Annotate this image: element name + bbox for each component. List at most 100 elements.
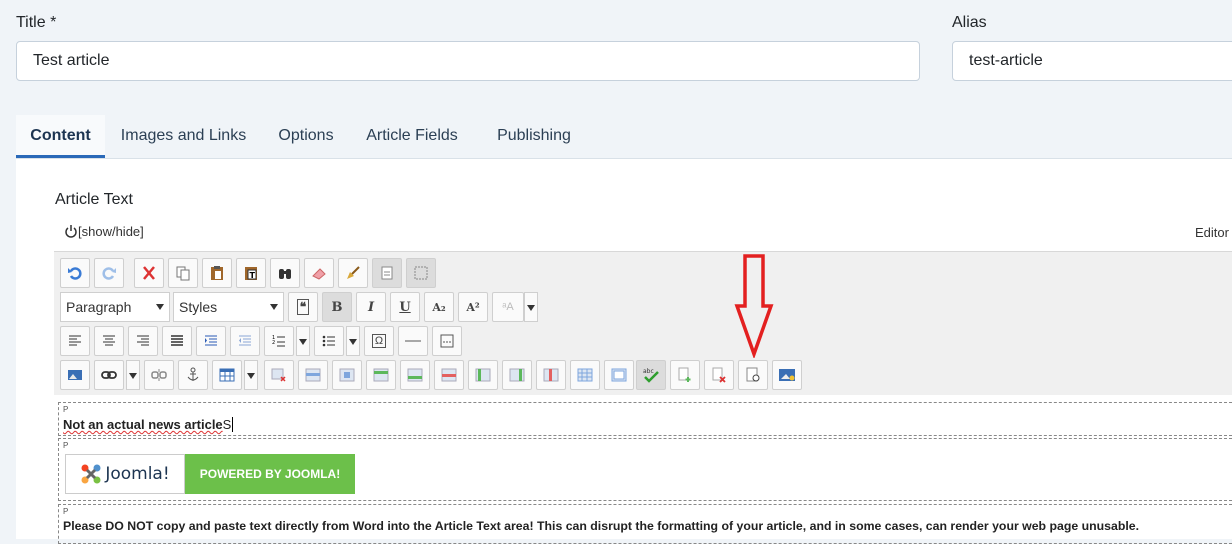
title-label: Title *	[16, 14, 57, 31]
horizontal-rule-button[interactable]	[398, 326, 428, 356]
delete-col-button[interactable]	[536, 360, 566, 390]
svg-text:abc: abc	[643, 368, 654, 375]
paste-text-icon: T	[245, 267, 257, 280]
row-before-icon	[373, 368, 389, 382]
numbered-list-icon: 12	[272, 335, 285, 347]
row-props-icon	[305, 368, 321, 382]
table-dropdown[interactable]	[244, 360, 258, 390]
subscript-button[interactable]: A₂	[424, 292, 454, 322]
split-cells-button[interactable]	[570, 360, 600, 390]
alias-input[interactable]: test-article	[952, 41, 1232, 81]
powered-by-joomla-badge: POWERED BY JOOMLA!	[185, 454, 355, 494]
col-after-icon	[509, 368, 525, 382]
unlink-button[interactable]	[144, 360, 174, 390]
content-line-1-cursor: S	[222, 417, 234, 432]
merge-cells-button[interactable]	[604, 360, 634, 390]
format-select[interactable]: Paragraph	[60, 292, 170, 322]
svg-text:T: T	[250, 271, 256, 280]
tab-images-and-links[interactable]: Images and Links	[105, 115, 262, 158]
insert-row-after-button[interactable]	[400, 360, 430, 390]
editor-toggle-label[interactable]: Editor	[1195, 225, 1229, 240]
alias-label: Alias	[952, 14, 987, 31]
tab-content[interactable]: Content	[16, 115, 105, 158]
align-justify-button[interactable]	[162, 326, 192, 356]
show-hide-toggle[interactable]: [show/hide]	[64, 224, 144, 239]
svg-text:2: 2	[272, 340, 275, 346]
binoculars-icon	[279, 269, 291, 279]
insert-link-button[interactable]	[94, 360, 124, 390]
insert-document-button[interactable]	[738, 360, 768, 390]
find-button[interactable]	[270, 258, 300, 288]
align-right-button[interactable]	[128, 326, 158, 356]
insert-table-button[interactable]	[212, 360, 242, 390]
remove-format-button[interactable]	[304, 258, 334, 288]
table-cell-props-button[interactable]	[332, 360, 362, 390]
tab-article-fields[interactable]: Article Fields	[350, 115, 474, 158]
outdent-button[interactable]	[230, 326, 260, 356]
align-right-icon	[137, 335, 149, 346]
cleanup-button[interactable]	[338, 258, 368, 288]
undo-button[interactable]	[60, 258, 90, 288]
superscript-button[interactable]: A²	[458, 292, 488, 322]
superscript-icon: A²	[466, 300, 480, 314]
insert-media-button[interactable]	[772, 360, 802, 390]
paragraph-block[interactable]: P Not an actual news articleS	[58, 402, 1232, 436]
italic-button[interactable]: I	[356, 292, 386, 322]
font-size-button[interactable]: ᵃA	[492, 292, 524, 322]
bold-button[interactable]: B	[322, 292, 352, 322]
content-line-3: Please DO NOT copy and paste text direct…	[63, 519, 1140, 533]
title-input[interactable]: Test article	[16, 41, 920, 81]
page-add-icon	[678, 367, 691, 382]
paste-text-button[interactable]: T	[236, 258, 266, 288]
source-code-button[interactable]	[372, 258, 402, 288]
red-arrow-annotation	[734, 254, 774, 358]
styles-select[interactable]: Styles	[173, 292, 284, 322]
cut-button[interactable]	[134, 258, 164, 288]
align-left-icon	[69, 335, 81, 346]
insert-row-before-button[interactable]	[366, 360, 396, 390]
clipboard-icon	[211, 266, 223, 280]
row-after-icon	[407, 368, 423, 382]
paragraph-block[interactable]: P Please DO NOT copy and paste text dire…	[58, 504, 1232, 544]
tab-options[interactable]: Options	[262, 115, 350, 158]
special-character-button[interactable]: Ω	[364, 326, 394, 356]
delete-row-button[interactable]	[434, 360, 464, 390]
visual-aid-button[interactable]	[406, 258, 436, 288]
tab-publishing[interactable]: Publishing	[474, 115, 594, 158]
paragraph-block[interactable]: P Joomla! POWERED BY JOOMLA!	[58, 438, 1232, 501]
chevron-down-icon	[156, 304, 164, 310]
delete-item-button[interactable]	[704, 360, 734, 390]
block-tag: P	[63, 507, 69, 516]
font-size-dropdown[interactable]	[524, 292, 538, 322]
insert-item-button[interactable]	[670, 360, 700, 390]
indent-button[interactable]	[196, 326, 226, 356]
block-tag: P	[63, 405, 69, 414]
indent-icon	[205, 335, 217, 346]
delete-table-button[interactable]	[264, 360, 294, 390]
bullet-list-button[interactable]	[314, 326, 344, 356]
spellcheck-button[interactable]: abc	[636, 360, 666, 390]
anchor-button[interactable]	[178, 360, 208, 390]
align-center-button[interactable]	[94, 326, 124, 356]
blockquote-button[interactable]: ❝	[288, 292, 318, 322]
underline-button[interactable]: U	[390, 292, 420, 322]
insert-image-button[interactable]	[60, 360, 90, 390]
insert-col-before-button[interactable]	[468, 360, 498, 390]
bullet-list-dropdown[interactable]	[346, 326, 360, 356]
numbered-list-button[interactable]: 12	[264, 326, 294, 356]
copy-button[interactable]	[168, 258, 198, 288]
insert-col-after-button[interactable]	[502, 360, 532, 390]
link-dropdown[interactable]	[126, 360, 140, 390]
styles-select-value: Styles	[179, 299, 218, 315]
page-break-button[interactable]	[432, 326, 462, 356]
font-size-icon: ᵃA	[502, 301, 514, 313]
redo-icon	[102, 267, 116, 280]
table-row-props-button[interactable]	[298, 360, 328, 390]
redo-button[interactable]	[94, 258, 124, 288]
numbered-list-dropdown[interactable]	[296, 326, 310, 356]
delete-row-icon	[441, 368, 457, 382]
align-left-button[interactable]	[60, 326, 90, 356]
omega-icon: Ω	[371, 334, 387, 348]
paste-button[interactable]	[202, 258, 232, 288]
content-line-1: Not an actual news articleS	[63, 417, 234, 432]
